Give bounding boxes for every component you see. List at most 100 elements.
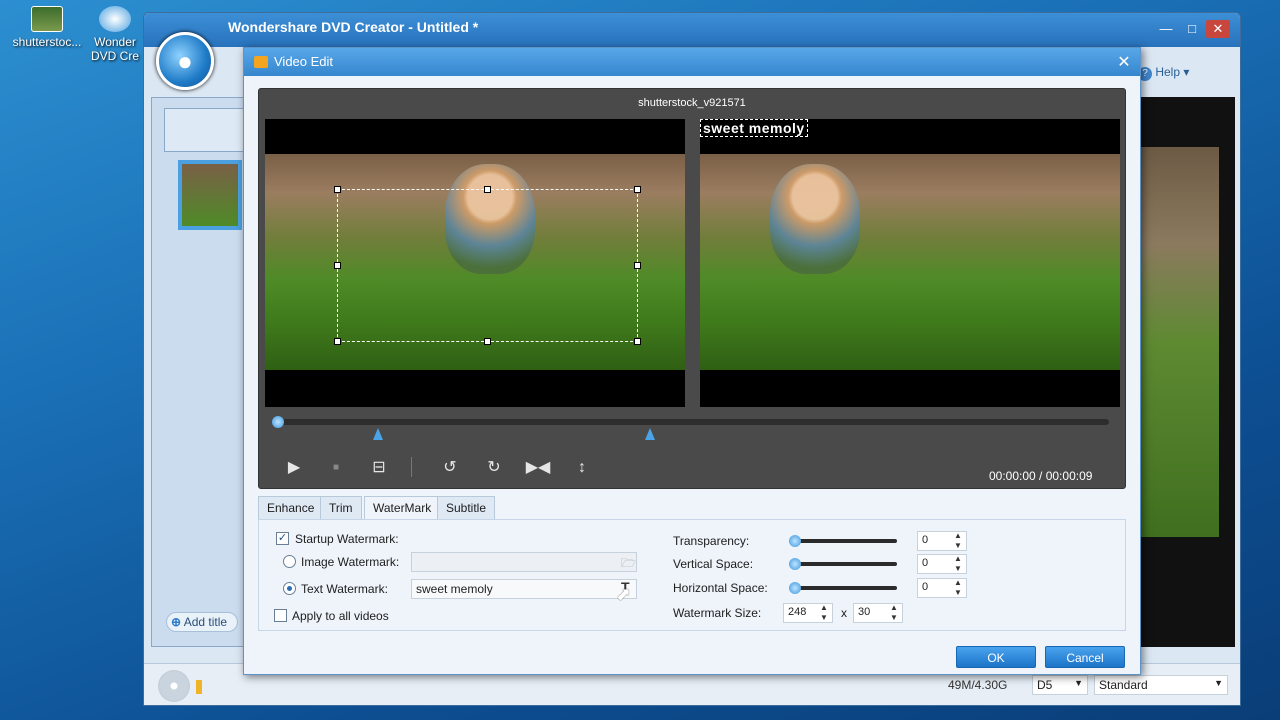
preview-panel xyxy=(1139,97,1235,647)
window-title: Wondershare DVD Creator - Untitled * xyxy=(228,19,479,35)
spin-arrows-icon[interactable]: ▲ ▼ xyxy=(952,554,964,574)
crop-handle[interactable] xyxy=(634,262,641,269)
text-watermark-label: Text Watermark: xyxy=(301,582,388,596)
play-icon[interactable]: ▶ xyxy=(281,457,307,479)
file-name: shutterstock_v921571 xyxy=(638,97,746,109)
menu-thumbnail[interactable] xyxy=(164,108,244,152)
cancel-button[interactable]: Cancel xyxy=(1045,646,1125,668)
video-edit-icon xyxy=(254,56,268,68)
vertical-space-label: Vertical Space: xyxy=(673,557,754,571)
spin-arrows-icon[interactable]: ▲ ▼ xyxy=(888,603,900,623)
startup-watermark-label: Startup Watermark: xyxy=(295,532,399,546)
text-watermark-input[interactable]: sweet memoly xyxy=(411,579,637,599)
app-shortcut-icon xyxy=(99,6,131,32)
crop-handle[interactable] xyxy=(634,186,641,193)
close-icon[interactable]: ✕ xyxy=(1114,52,1134,72)
transparency-slider[interactable] xyxy=(789,539,897,543)
mouse-cursor-icon: ⬈ xyxy=(616,584,632,604)
trim-end-marker[interactable] xyxy=(645,428,655,440)
maximize-icon[interactable]: □ xyxy=(1180,20,1204,38)
app-logo: ● xyxy=(156,32,214,90)
crop-handle[interactable] xyxy=(334,262,341,269)
original-video xyxy=(265,119,685,407)
title-bar[interactable]: Wondershare DVD Creator - Untitled * — □… xyxy=(144,13,1240,47)
control-divider xyxy=(411,457,412,477)
image-watermark-field[interactable] xyxy=(411,552,637,572)
chevron-down-icon: ▼ xyxy=(1214,678,1223,688)
timeline-track[interactable] xyxy=(277,419,1109,425)
ok-button[interactable]: OK xyxy=(956,646,1036,668)
spin-arrows-icon[interactable]: ▲ ▼ xyxy=(952,578,964,598)
desktop-icon-dvd-creator[interactable]: Wonder DVD Cre xyxy=(80,2,150,63)
video-player: shutterstock_v921571 sweet memoly ▶ ■ ⊟ … xyxy=(258,88,1126,489)
spin-arrows-icon[interactable]: ▲ ▼ xyxy=(952,531,964,551)
size-separator: x xyxy=(841,606,847,620)
disc-usage-bar xyxy=(196,680,202,694)
text-watermark-radio[interactable] xyxy=(283,582,296,595)
disc-icon xyxy=(158,670,190,702)
video-thumbnail[interactable] xyxy=(178,160,242,230)
minimize-icon[interactable]: — xyxy=(1154,20,1178,38)
crop-handle[interactable] xyxy=(484,338,491,345)
desktop-icon-label: shutterstoc... xyxy=(12,35,82,49)
quality-value: Standard xyxy=(1099,678,1148,692)
apply-all-checkbox[interactable] xyxy=(274,609,287,622)
disc-size: 49M/4.30G xyxy=(948,678,1008,692)
startup-watermark-checkbox[interactable]: ✓ xyxy=(276,532,289,545)
rotate-left-icon[interactable]: ↺ xyxy=(437,457,463,479)
transparency-label: Transparency: xyxy=(673,534,750,548)
timecode: 00:00:00 / 00:00:09 xyxy=(989,469,1093,483)
disc-type-value: D5 xyxy=(1037,678,1053,692)
add-title-button[interactable]: ⊕ Add title xyxy=(166,612,238,632)
apply-all-label: Apply to all videos xyxy=(292,609,389,623)
quality-select[interactable]: Standard ▼ xyxy=(1094,675,1228,695)
desktop-icon-label: Wonder DVD Cre xyxy=(90,35,139,63)
watermark-panel: ✓ Startup Watermark: Image Watermark: 🗁 … xyxy=(258,519,1126,631)
desktop-icon-video[interactable]: shutterstoc... xyxy=(4,2,90,49)
flip-vertical-icon[interactable]: ↕ xyxy=(569,457,595,479)
horizontal-space-label: Horizontal Space: xyxy=(673,581,768,595)
tab-subtitle[interactable]: Subtitle xyxy=(437,496,496,520)
add-icon: ⊕ xyxy=(171,615,182,629)
vertical-space-slider-thumb[interactable] xyxy=(789,558,801,570)
crop-selection[interactable] xyxy=(334,186,641,345)
disc-type-select[interactable]: D5 ▼ xyxy=(1032,675,1088,695)
tab-trim[interactable]: Trim xyxy=(320,496,362,520)
watermark-preview-text[interactable]: sweet memoly xyxy=(700,119,808,137)
tab-enhance[interactable]: Enhance xyxy=(258,496,324,520)
help-menu[interactable]: ? Help ▾ xyxy=(1138,65,1189,81)
trim-start-marker[interactable] xyxy=(373,428,383,440)
crop-handle[interactable] xyxy=(334,338,341,345)
tab-watermark[interactable]: WaterMark xyxy=(364,496,441,520)
help-label: Help xyxy=(1155,65,1181,79)
crop-handle[interactable] xyxy=(334,186,341,193)
vertical-space-slider[interactable] xyxy=(789,562,897,566)
video-edit-dialog: Video Edit ✕ shutterstock_v921571 sweet … xyxy=(243,47,1141,675)
snapshot-icon[interactable]: ⊟ xyxy=(366,457,392,479)
spin-arrows-icon[interactable]: ▲ ▼ xyxy=(818,603,830,623)
preview-image xyxy=(1139,147,1219,537)
horizontal-space-slider[interactable] xyxy=(789,586,897,590)
horizontal-space-slider-thumb[interactable] xyxy=(789,582,801,594)
folder-icon[interactable]: 🗁 xyxy=(621,554,636,575)
title-list-panel: ⊕ Add title xyxy=(151,97,251,647)
playhead[interactable] xyxy=(272,416,284,428)
rotate-right-icon[interactable]: ↻ xyxy=(481,457,507,479)
video-frame xyxy=(700,154,1120,370)
crop-handle[interactable] xyxy=(634,338,641,345)
image-watermark-radio[interactable] xyxy=(283,555,296,568)
watermark-size-label: Watermark Size: xyxy=(673,606,762,620)
child-figure xyxy=(770,164,860,274)
video-file-icon xyxy=(31,6,63,32)
transparency-slider-thumb[interactable] xyxy=(789,535,801,547)
flip-horizontal-icon[interactable]: ▶◀ xyxy=(525,457,551,479)
dialog-title-bar[interactable]: Video Edit ✕ xyxy=(244,48,1140,76)
chevron-down-icon: ▾ xyxy=(1183,65,1190,79)
output-preview: sweet memoly xyxy=(700,119,1120,407)
chevron-down-icon: ▼ xyxy=(1074,678,1083,688)
add-title-label: Add title xyxy=(183,615,228,629)
image-watermark-label: Image Watermark: xyxy=(301,555,400,569)
crop-handle[interactable] xyxy=(484,186,491,193)
close-icon[interactable]: ✕ xyxy=(1206,20,1230,38)
stop-icon[interactable]: ■ xyxy=(323,457,349,479)
